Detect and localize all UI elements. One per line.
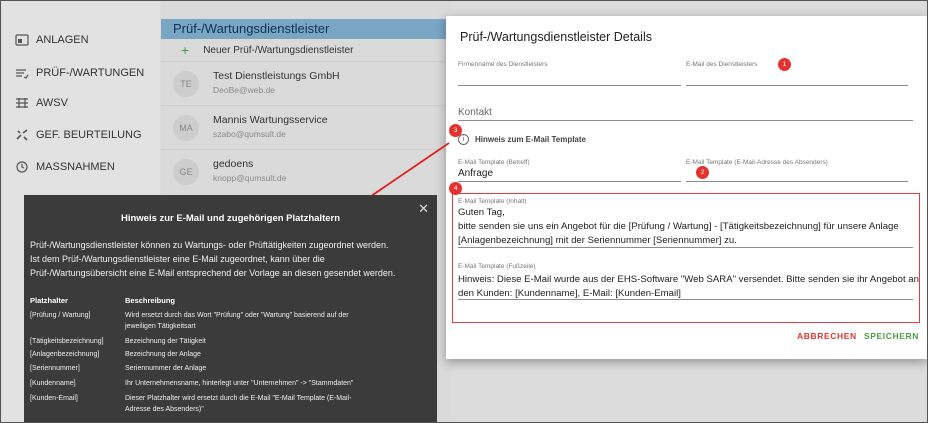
info-icon: i	[458, 134, 469, 145]
app-frame: ANLAGEN PRÜF-/WARTUNGEN AWSV GEF. BEURTE…	[0, 0, 928, 423]
absender-field[interactable]: E-Mail Template (E-Mail-Adresse des Abse…	[686, 159, 908, 182]
hinweis-template-toggle[interactable]: i Hinweis zum E-Mail Template	[458, 134, 586, 145]
placeholder-key: [Prüfung / Wartung]	[30, 312, 91, 319]
tooltip-title: Hinweis zur E-Mail und zugehörigen Platz…	[120, 213, 341, 224]
placeholder-desc: Dieser Platzhalter wird ersetzt durch di…	[125, 395, 352, 402]
col-header-description: Beschreibung	[125, 296, 176, 305]
details-dialog: Prüf-/Wartungsdienstleister Details Firm…	[446, 16, 927, 359]
new-dienstleister-button[interactable]: + Neuer Prüf-/Wartungsdienstleister	[161, 39, 451, 61]
list-item-email: DeoBe@web.de	[213, 85, 276, 95]
list-item-name: Mannis Wartungsservice	[213, 114, 328, 126]
placeholder-key: [Tätigkeitsbezeichnung]	[30, 338, 104, 345]
avatar: MA	[173, 115, 199, 141]
sidebar-item-massnahmen[interactable]: MASSNAHMEN	[2, 150, 160, 184]
betreff-field[interactable]: E-Mail Template (Betreff) Anfrage	[458, 159, 681, 182]
email-field[interactable]: E-Mail des Dienstleisters	[686, 61, 908, 86]
sidebar-item-beurteilung[interactable]: GEF. BEURTEILUNG	[2, 118, 160, 152]
save-button[interactable]: SPEICHERN	[864, 331, 919, 341]
new-dienstleister-label: Neuer Prüf-/Wartungsdienstleister	[203, 44, 354, 56]
absender-label: E-Mail Template (E-Mail-Adresse des Abse…	[686, 159, 828, 166]
inhalt-field[interactable]: E-Mail Template (Inhalt) Guten Tag, bitt…	[458, 198, 913, 248]
fusszeile-line: den Kunden: [Kundenname], E-Mail: [Kunde…	[458, 288, 681, 299]
placeholder-key: [Anlagenbezeichnung]	[30, 351, 100, 358]
sidebar-item-label: PRÜF-/WARTUNGEN	[36, 67, 145, 79]
placeholder-desc: Bezeichnung der Anlage	[125, 351, 201, 358]
sidebar-item-label: GEF. BEURTEILUNG	[36, 129, 142, 141]
avatar: TE	[173, 71, 199, 97]
tooltip-paragraph: Ist dem Prüf-/Wartungsdienstleister eine…	[30, 254, 325, 264]
sidebar-item-label: ANLAGEN	[36, 34, 89, 46]
placeholder-desc: jeweiligen Tätigkeitsart	[125, 323, 196, 330]
beurteilung-icon	[14, 128, 30, 142]
list-title: Prüf-/Wartungsdienstleister	[161, 19, 451, 39]
placeholder-key: [Seriennummer]	[30, 365, 80, 372]
placeholder-key: [Kunden-Email]	[30, 395, 78, 402]
dialog-title: Prüf-/Wartungsdienstleister Details	[460, 30, 652, 44]
massnahmen-icon	[14, 160, 30, 174]
list-item-name: gedoens	[213, 158, 254, 170]
fusszeile-line: Hinweis: Diese E-Mail wurde aus der EHS-…	[458, 274, 919, 285]
anlagen-icon	[14, 33, 30, 47]
firmenname-label: Firmenname des Dienstleisters	[458, 61, 548, 68]
placeholder-desc: Ihr Unternehmensname, hinterlegt unter "…	[125, 380, 354, 387]
list-item[interactable]: GE gedoens knopp@qumsult.de	[161, 149, 451, 193]
firmenname-field[interactable]: Firmenname des Dienstleisters	[458, 61, 681, 86]
hinweis-label: Hinweis zum E-Mail Template	[475, 135, 586, 144]
col-header-placeholder: Platzhalter	[30, 296, 68, 305]
sidebar-item-label: AWSV	[36, 97, 68, 109]
betreff-label: E-Mail Template (Betreff)	[458, 159, 530, 166]
inhalt-line: Guten Tag,	[458, 207, 505, 218]
wartungen-icon	[14, 66, 30, 80]
plus-icon: +	[181, 42, 190, 58]
list-item[interactable]: TE Test Dienstleistungs GmbH DeoBe@web.d…	[161, 61, 451, 105]
placeholder-desc: Bezeichnung der Tätigkeit	[125, 338, 206, 345]
email-label: E-Mail des Dienstleisters	[686, 61, 758, 68]
list-item[interactable]: MA Mannis Wartungsservice szabo@qumsult.…	[161, 105, 451, 149]
placeholder-desc: Seriennummer der Anlage	[125, 365, 207, 372]
sidebar-item-anlagen[interactable]: ANLAGEN	[2, 23, 160, 57]
avatar: GE	[173, 159, 199, 185]
awsv-icon	[14, 96, 30, 110]
sidebar-item-wartungen[interactable]: PRÜF-/WARTUNGEN	[2, 56, 160, 90]
list-item-email: knopp@qumsult.de	[213, 173, 287, 183]
placeholder-desc: Adresse des Absenders)"	[125, 406, 204, 413]
fusszeile-field[interactable]: E-Mail Template (Fußzeile) Hinweis: Dies…	[458, 263, 919, 300]
kontakt-field[interactable]: Kontakt	[458, 106, 913, 121]
inhalt-line: bitte senden sie uns ein Angebot für die…	[458, 221, 899, 232]
list-item-name: Test Dienstleistungs GmbH	[213, 70, 340, 82]
hinweis-tooltip: ✕ Hinweis zur E-Mail und zugehörigen Pla…	[24, 195, 437, 422]
placeholder-key: [Kundenname]	[30, 380, 76, 387]
list-item-email: szabo@qumsult.de	[213, 129, 286, 139]
cancel-button[interactable]: ABBRECHEN	[797, 331, 857, 341]
inhalt-line: [Anlagenbezeichnung] mit der Seriennumme…	[458, 235, 737, 246]
placeholder-desc: Wird ersetzt durch das Wort "Prüfung" od…	[125, 312, 349, 319]
badge-1: 1	[778, 58, 791, 71]
tooltip-paragraph: Prüf-/Wartungsübersicht eine E-Mail ents…	[30, 268, 396, 278]
badge-2: 2	[696, 166, 709, 179]
kontakt-placeholder: Kontakt	[458, 107, 492, 118]
sidebar-item-label: MASSNAHMEN	[36, 161, 115, 173]
tooltip-paragraph: Prüf-/Wartungsdienstleister können zu Wa…	[30, 240, 389, 250]
fusszeile-label: E-Mail Template (Fußzeile)	[458, 263, 536, 270]
badge-4: 4	[449, 182, 462, 195]
inhalt-label: E-Mail Template (Inhalt)	[458, 198, 527, 205]
betreff-value: Anfrage	[458, 168, 494, 179]
sidebar-item-awsv[interactable]: AWSV	[2, 86, 160, 120]
